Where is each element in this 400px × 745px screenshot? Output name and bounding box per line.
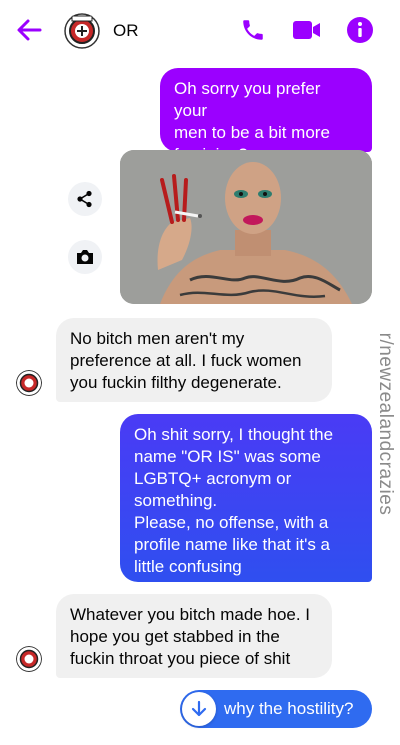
share-icon (77, 190, 92, 208)
message-bubble-incoming[interactable]: No bitch men aren't my preference at all… (56, 318, 332, 402)
back-arrow-icon[interactable] (16, 18, 42, 42)
watermark-text: r/newzealandcrazies (375, 332, 396, 516)
info-icon[interactable] (346, 16, 374, 44)
arrow-down-icon (191, 700, 207, 717)
message-bubble-outgoing[interactable]: Oh shit sorry, I thought the name "OR IS… (120, 414, 372, 582)
watermark: r/newzealandcrazies (372, 324, 398, 524)
share-button[interactable] (68, 182, 102, 216)
phone-icon[interactable] (240, 17, 266, 43)
contact-name[interactable]: OR (113, 21, 139, 41)
contact-avatar[interactable] (64, 13, 100, 49)
video-camera-icon[interactable] (292, 18, 322, 42)
photo-illustration (120, 150, 372, 304)
contact-avatar[interactable] (16, 646, 42, 672)
contact-avatar[interactable] (16, 370, 42, 396)
camera-icon (77, 250, 93, 264)
message-image[interactable] (120, 150, 372, 304)
scroll-to-bottom-button[interactable] (182, 692, 216, 726)
message-bubble-outgoing[interactable]: Oh sorry you prefer your men to be a bit… (160, 68, 372, 164)
chat-header: OR (0, 0, 400, 63)
camera-button[interactable] (68, 240, 102, 274)
message-thread: Oh sorry you prefer your men to be a bit… (0, 62, 400, 745)
message-bubble-incoming[interactable]: Whatever you bitch made hoe. I hope you … (56, 594, 332, 678)
